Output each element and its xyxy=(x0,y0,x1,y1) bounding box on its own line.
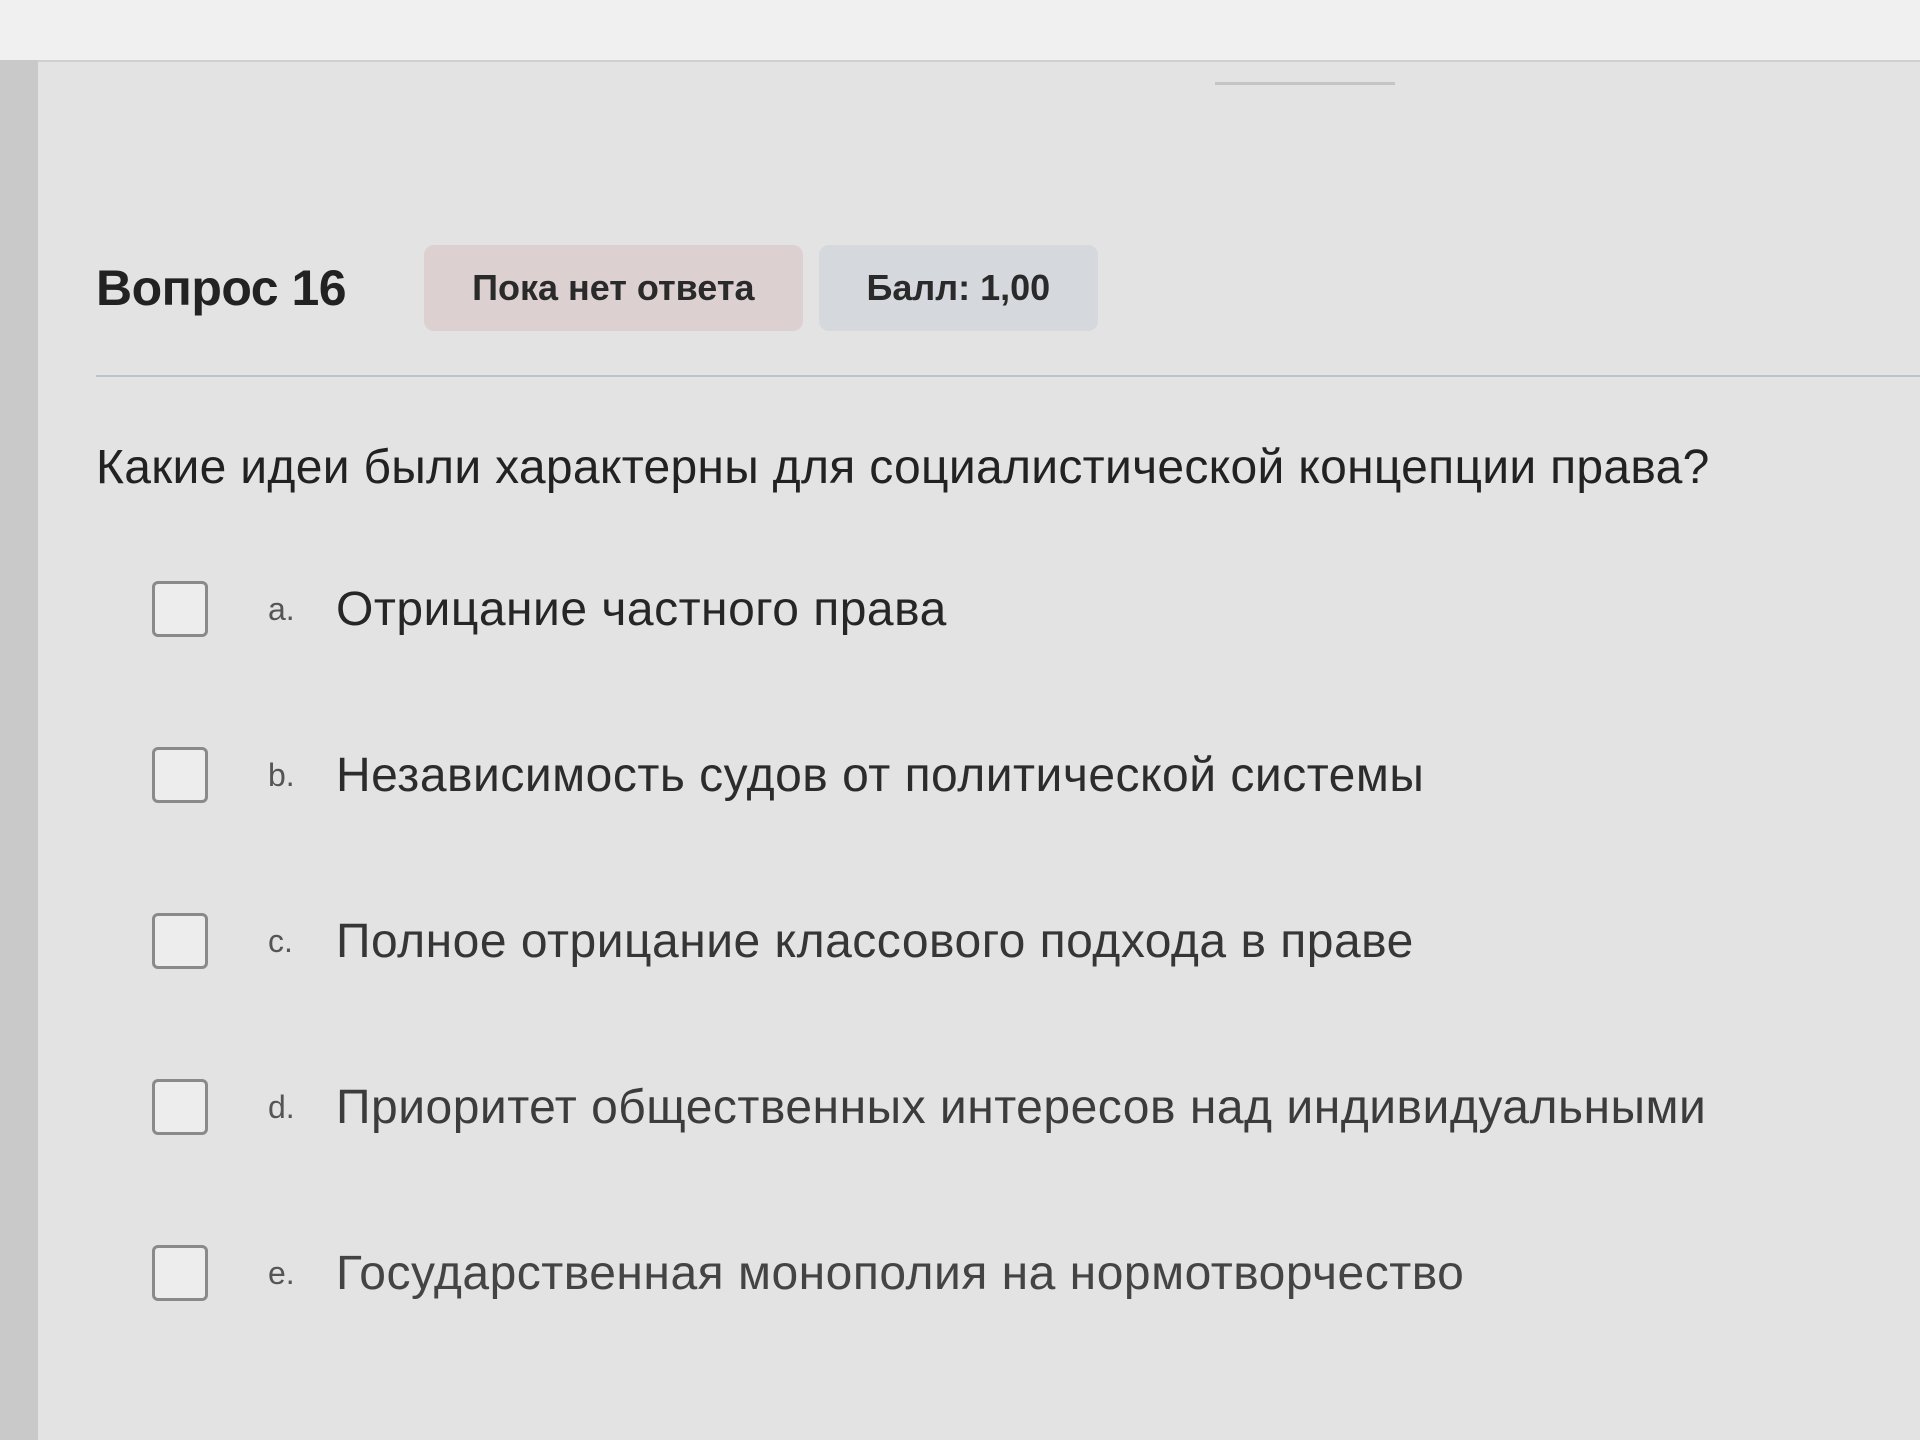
question-header: Вопрос 16 Пока нет ответа Балл: 1,00 xyxy=(96,245,1099,331)
answer-label-a[interactable]: Отрицание частного права xyxy=(336,582,947,637)
score-badge: Балл: 1,00 xyxy=(818,245,1099,331)
browser-top-strip xyxy=(0,0,1920,62)
answer-checkbox-b[interactable] xyxy=(152,747,208,803)
left-edge xyxy=(0,60,38,1440)
answer-option-e[interactable]: e. Государственная монополия на нормотво… xyxy=(152,1244,1706,1302)
question-number: Вопрос 16 xyxy=(96,260,347,316)
answer-list: a. Отрицание частного права b. Независим… xyxy=(152,580,1706,1410)
answer-letter-c: c. xyxy=(268,922,293,959)
divider xyxy=(96,375,1920,377)
answer-option-a[interactable]: a. Отрицание частного права xyxy=(152,580,1706,638)
answer-label-b[interactable]: Независимость судов от политической сист… xyxy=(336,748,1424,803)
screen: Вопрос 16 Пока нет ответа Балл: 1,00 Как… xyxy=(0,0,1920,1440)
answer-label-c[interactable]: Полное отрицание классового подхода в пр… xyxy=(336,914,1414,969)
question-text: Какие идеи были характерны для социалист… xyxy=(96,441,1710,494)
header-line xyxy=(1215,82,1395,85)
answer-letter-b: b. xyxy=(268,756,295,793)
answer-option-b[interactable]: b. Независимость судов от политической с… xyxy=(152,746,1706,804)
answer-letter-e: e. xyxy=(268,1254,295,1291)
answer-checkbox-e[interactable] xyxy=(152,1245,208,1301)
answer-letter-a: a. xyxy=(268,590,295,627)
answer-label-d[interactable]: Приоритет общественных интересов над инд… xyxy=(336,1080,1706,1135)
answer-option-d[interactable]: d. Приоритет общественных интересов над … xyxy=(152,1078,1706,1136)
answer-checkbox-a[interactable] xyxy=(152,581,208,637)
answer-checkbox-d[interactable] xyxy=(152,1079,208,1135)
status-badge: Пока нет ответа xyxy=(424,245,803,331)
answer-checkbox-c[interactable] xyxy=(152,913,208,969)
answer-letter-d: d. xyxy=(268,1088,295,1125)
answer-option-c[interactable]: c. Полное отрицание классового подхода в… xyxy=(152,912,1706,970)
answer-label-e[interactable]: Государственная монополия на нормотворче… xyxy=(336,1246,1464,1301)
